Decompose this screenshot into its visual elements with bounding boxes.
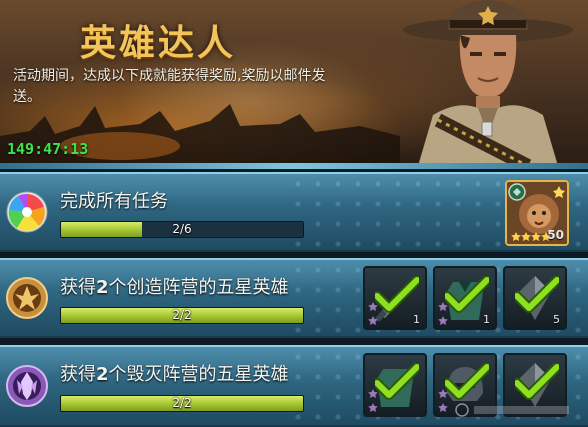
task-row-complete-all: 完成所有任务 2/6 50 [0,172,588,252]
reward-count: 1 [483,313,490,326]
creation-faction-icon [6,277,48,319]
rainbow-orb-icon [6,191,48,233]
task-label: 获得2个创造阵营的五星英雄 [60,277,289,298]
task-progress-bar: 2/6 [60,221,304,238]
progress-text: 2/6 [172,222,192,236]
progress-text: 2/2 [172,308,192,322]
check-icon [515,363,559,400]
reward-slot-armor[interactable]: 1 [433,266,497,330]
reward-count: 50 [547,228,564,242]
reward-slot-weapon[interactable]: 1 [363,266,427,330]
event-banner: 英雄达人 活动期间，达成以下成就能获得奖励,奖励以邮件发送。 149:47:13 [0,0,588,166]
event-title: 英雄达人 [80,23,237,64]
reward-slot-crystal[interactable]: 5 [503,266,567,330]
event-description: 活动期间，达成以下成就能获得奖励,奖励以邮件发送。 [13,68,326,105]
reward-slot-hero[interactable]: 50 [505,180,569,246]
countdown-timer: 149:47:13 [7,140,89,158]
task-row-destruction-heroes: 获得2个毁灭阵营的五星英雄 2/2 [0,345,588,427]
task-progress-bar: 2/2 [60,307,304,324]
check-icon [445,276,489,313]
cowboy-hero-portrait [403,0,573,166]
check-icon [375,276,419,313]
check-icon [375,363,419,400]
reward-count: 5 [553,313,560,326]
reward-slot-armor[interactable] [363,353,427,417]
destruction-faction-icon [6,365,48,407]
star-rating [511,232,551,241]
task-label: 获得2个毁灭阵营的五星英雄 [60,364,289,385]
check-icon [445,363,489,400]
reward-count: 1 [413,313,420,326]
task-row-creation-heroes: 获得2个创造阵营的五星英雄 2/2 1 1 5 [0,258,588,338]
watermark [455,403,569,417]
task-progress-bar: 2/2 [60,395,304,412]
task-label: 完成所有任务 [60,191,168,212]
banner-divider [0,163,588,169]
check-icon [515,276,559,313]
progress-text: 2/2 [172,396,192,410]
